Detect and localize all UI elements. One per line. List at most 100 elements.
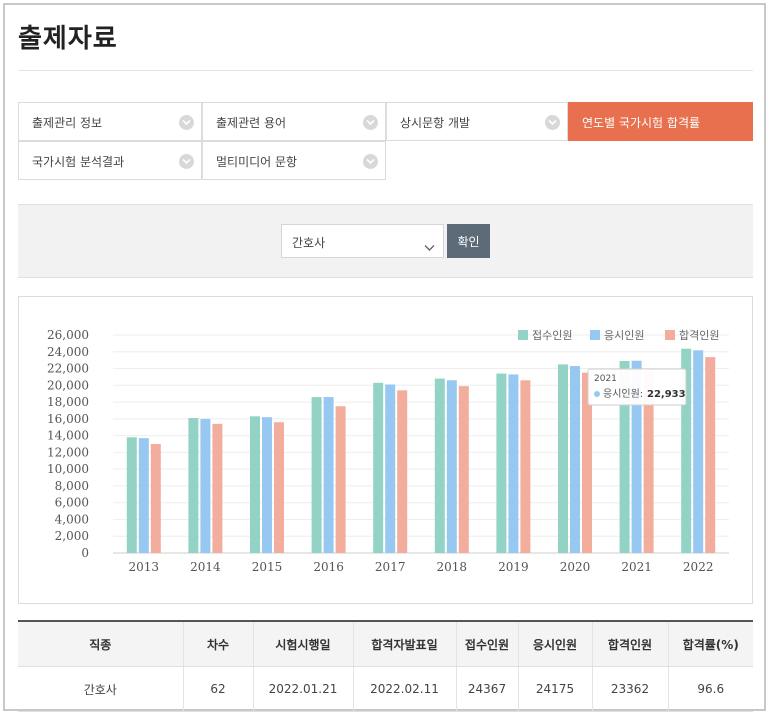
chevron-down-icon: [363, 154, 378, 169]
table-cell: 23362: [591, 666, 668, 712]
y-tick-label: 18,000: [47, 395, 89, 409]
x-tick-label: 2016: [313, 560, 344, 574]
column-header: 차수: [182, 620, 253, 667]
bar: [570, 366, 580, 553]
x-tick-label: 2020: [560, 560, 591, 574]
legend-label: 접수인원: [532, 329, 572, 342]
bar: [508, 374, 519, 553]
bar: [212, 423, 223, 553]
x-tick-label: 2015: [252, 560, 283, 574]
menu-item-exam-management[interactable]: 출제관리 정보: [18, 102, 202, 141]
menu-item-exam-terms[interactable]: 출제관련 용어: [202, 102, 386, 141]
bar: [323, 397, 334, 553]
column-header: 합격자발표일: [352, 620, 456, 667]
chart-tooltip: 2021 응시인원: 22,933: [587, 368, 687, 406]
table-cell: 2022.01.21: [252, 666, 353, 712]
y-tick-label: 20,000: [47, 378, 89, 392]
menu-item-label: 멀티미디어 문항: [216, 155, 298, 169]
column-header: 시험시행일: [252, 620, 353, 667]
table-cell: 2022.02.11: [352, 666, 456, 712]
bar: [200, 418, 211, 553]
y-tick-label: 4,000: [55, 512, 89, 526]
job-type-select[interactable]: 간호사: [281, 224, 444, 258]
table-cell: 24367: [455, 666, 518, 712]
column-header: 합격인원: [591, 620, 668, 667]
menu-item-item-development[interactable]: 상시문항 개발: [386, 102, 568, 141]
y-tick-label: 10,000: [47, 462, 89, 476]
y-tick-label: 16,000: [47, 412, 89, 426]
bar: [373, 382, 384, 553]
y-axis-ticks: 0 2,000 4,000 6,000 8,000 10,000 12,000 14,000 1…: [47, 328, 89, 560]
y-tick-label: 26,000: [47, 328, 89, 342]
menu-item-label: 출제관리 정보: [32, 116, 103, 130]
x-tick-label: 2014: [190, 560, 221, 574]
table-header-row: 직종 차수 시험시행일 합격자발표일 접수인원 응시인원 합격인원 합격률(%): [18, 620, 753, 667]
bar: [496, 373, 507, 553]
table-row: 간호사 62 2022.01.21 2022.02.11 24367 24175…: [18, 666, 753, 712]
chevron-down-icon: [363, 115, 378, 130]
y-tick-label: 8,000: [55, 479, 89, 493]
column-header: 응시인원: [517, 620, 592, 667]
page-title: 출제자료: [18, 24, 118, 54]
bar: [274, 422, 284, 553]
bar: [558, 364, 568, 553]
bar: [150, 444, 161, 553]
bar: [397, 390, 408, 553]
chevron-down-icon: [424, 237, 435, 256]
column-header: 합격률(%): [667, 620, 753, 667]
confirm-button[interactable]: 확인: [447, 224, 490, 258]
legend-swatch: [518, 330, 528, 340]
category-menu: 출제관리 정보 출제관련 용어 상시문항 개발 연도별 국가시험 합격률 국가시…: [18, 102, 753, 182]
tooltip-marker: [594, 391, 600, 397]
menu-item-label: 국가시험 분석결과: [32, 155, 125, 169]
job-type-value: 간호사: [292, 236, 326, 250]
tooltip-series: 응시인원:: [603, 388, 643, 400]
bar: [520, 380, 531, 553]
bar: [458, 386, 469, 553]
y-tick-label: 14,000: [47, 429, 89, 443]
bar: [126, 437, 137, 553]
column-header: 접수인원: [455, 620, 518, 667]
x-tick-label: 2013: [129, 560, 160, 574]
table-cell: 62: [182, 666, 253, 712]
x-tick-label: 2021: [621, 560, 652, 574]
y-tick-label: 22,000: [47, 362, 89, 376]
bar: [138, 438, 149, 553]
tooltip-value: 22,933: [647, 389, 686, 400]
chart-canvas: 0 2,000 4,000 6,000 8,000 10,000 12,000 14,000 1…: [47, 328, 729, 574]
bar: [335, 406, 346, 553]
y-tick-label: 12,000: [47, 445, 89, 459]
result-table: 직종 차수 시험시행일 합격자발표일 접수인원 응시인원 합격인원 합격률(%)…: [18, 620, 753, 712]
legend-label: 합격인원: [679, 329, 719, 342]
chevron-down-icon: [545, 115, 560, 130]
menu-item-multimedia[interactable]: 멀티미디어 문항: [202, 141, 386, 180]
bar: [188, 418, 199, 553]
bar: [693, 350, 704, 553]
menu-item-label: 상시문항 개발: [400, 116, 471, 130]
search-panel: 간호사 확인: [18, 204, 753, 278]
bar: [262, 417, 272, 553]
table-cell: 24175: [517, 666, 592, 712]
x-tick-label: 2017: [375, 560, 406, 574]
legend-swatch: [665, 330, 675, 340]
bar: [311, 397, 322, 553]
bar: [705, 357, 716, 553]
x-tick-label: 2018: [437, 560, 468, 574]
x-tick-label: 2019: [498, 560, 529, 574]
x-axis-ticks: 2013 2014 2015 2016 2017 2018 2019 2020 2021 2022: [129, 560, 714, 574]
legend-label: 응시인원: [604, 329, 644, 342]
bar: [385, 384, 396, 553]
table-cell: 96.6: [667, 666, 753, 712]
x-tick-label: 2022: [683, 560, 714, 574]
bar: [446, 380, 457, 553]
column-header: 직종: [18, 620, 183, 667]
table-cell: 간호사: [18, 666, 183, 712]
menu-item-pass-rate[interactable]: 연도별 국가시험 합격률: [568, 102, 753, 141]
menu-item-exam-analysis[interactable]: 국가시험 분석결과: [18, 141, 202, 180]
y-tick-label: 0: [81, 546, 89, 560]
menu-item-label: 연도별 국가시험 합격률: [582, 116, 701, 130]
y-tick-label: 24,000: [47, 345, 89, 359]
chart-legend: 접수인원 응시인원 합격인원: [518, 329, 719, 342]
y-tick-label: 2,000: [55, 529, 89, 543]
pass-rate-chart: 0 2,000 4,000 6,000 8,000 10,000 12,000 14,000 1…: [18, 296, 753, 604]
